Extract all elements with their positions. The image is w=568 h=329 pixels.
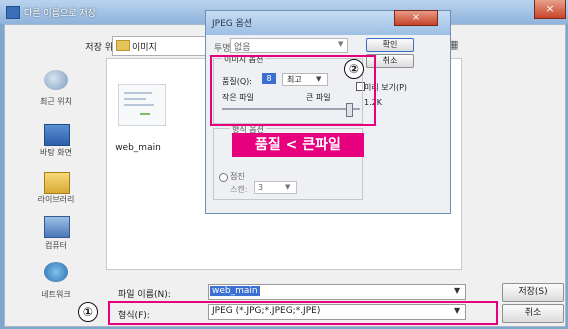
thumbnail-detail <box>124 104 154 106</box>
main-dialog-close-button[interactable]: × <box>534 0 566 19</box>
sidebar-item-recent[interactable]: 최근 위치 <box>16 96 96 107</box>
library-icon[interactable] <box>44 172 70 194</box>
matte-value[interactable]: 없음 <box>234 40 251 53</box>
step-marker-2: ② <box>344 59 364 79</box>
highlight-box-filetype <box>108 301 498 325</box>
file-item-name[interactable]: web_main <box>106 143 170 153</box>
sidebar-item-computer[interactable]: 컴퓨터 <box>16 240 96 251</box>
save-in-value: 이미지 <box>132 43 157 53</box>
app-icon <box>6 6 20 19</box>
filename-value[interactable]: web_main <box>210 286 260 296</box>
scans-label: 스캔: <box>230 185 248 194</box>
sidebar-item-desktop[interactable]: 바탕 화면 <box>16 147 96 158</box>
chevron-down-icon[interactable]: ▼ <box>285 183 290 191</box>
jpeg-options-close-button[interactable]: × <box>394 10 438 26</box>
recent-places-icon[interactable] <box>44 70 68 90</box>
main-dialog-title: 다른 이름으로 저장 <box>24 9 96 19</box>
network-icon[interactable] <box>44 262 68 282</box>
filename-label: 파일 이름(N): <box>118 290 171 300</box>
sidebar-item-library[interactable]: 라이브러리 <box>16 194 96 205</box>
scans-select[interactable]: 3 <box>254 181 297 194</box>
sidebar-item-network[interactable]: 네트워크 <box>16 289 96 300</box>
chevron-down-icon[interactable]: ▼ <box>454 286 460 295</box>
computer-icon[interactable] <box>44 216 70 238</box>
thumbnail-detail <box>140 113 150 115</box>
thumbnail-detail <box>124 98 146 100</box>
save-button[interactable]: 저장(S) <box>502 283 564 302</box>
ok-button[interactable]: 확인 <box>366 38 414 52</box>
thumbnail-detail <box>124 92 152 94</box>
chevron-down-icon[interactable]: ▼ <box>338 40 343 48</box>
progressive-radio[interactable] <box>219 173 228 182</box>
step-marker-1: ① <box>78 302 98 322</box>
callout-banner: 품질 < 큰파일 <box>232 133 364 157</box>
progressive-label[interactable]: 점진 <box>230 171 245 182</box>
folder-icon <box>116 40 130 51</box>
cancel-button[interactable]: 취소 <box>502 304 564 323</box>
jpeg-options-title: JPEG 옵션 <box>212 19 253 29</box>
desktop-icon[interactable] <box>44 124 70 146</box>
